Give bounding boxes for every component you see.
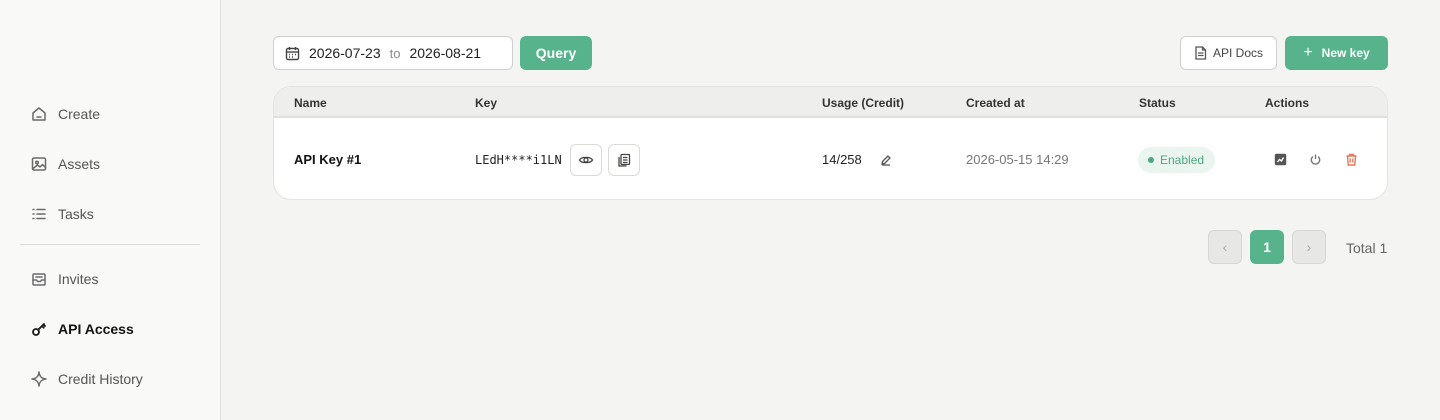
sparkle-icon [20,370,58,388]
table-header: Name Key Usage (Credit) Created at Statu… [274,87,1387,118]
status-label: Enabled [1160,152,1205,167]
sidebar-item-label: Credit History [58,371,143,387]
home-icon [20,105,58,123]
sidebar-divider [20,244,200,245]
sidebar-item-assets[interactable]: Assets [20,144,200,184]
key-name: API Key #1 [294,152,362,167]
sidebar-item-credit-history[interactable]: Credit History [20,359,200,399]
sidebar-item-label: API Access [58,321,134,337]
sidebar-item-label: Assets [58,156,101,172]
toggle-power-button[interactable] [1309,118,1322,199]
reveal-key-button[interactable] [570,143,602,176]
date-to[interactable]: 2026-08-21 [409,45,481,61]
total-count: Total 1 [1346,240,1388,256]
status-dot [1148,156,1154,163]
column-header-status: Status [1139,96,1176,110]
sidebar-item-create[interactable]: Create [20,94,200,134]
copy-icon [618,153,631,167]
created-at-value: 2026-05-15 14:29 [966,152,1069,167]
column-header-key: Key [475,96,498,110]
column-header-actions: Actions [1265,96,1310,110]
plus-icon: + [1303,44,1313,61]
new-key-button[interactable]: + New key [1285,36,1388,70]
copy-key-button[interactable] [608,143,640,176]
calendar-icon [285,46,300,60]
date-separator: to [389,45,401,61]
sidebar-item-tasks[interactable]: Tasks [20,194,200,234]
date-range-picker[interactable]: 2026-07-23 to 2026-08-21 [273,36,513,70]
eye-icon [578,156,594,163]
masked-key: LEdH****i1LN [475,152,562,167]
next-page-button[interactable]: › [1292,230,1326,264]
delete-key-button[interactable] [1345,118,1358,199]
power-icon [1310,154,1321,165]
api-keys-table: Name Key Usage (Credit) Created at Statu… [273,86,1388,200]
chevron-left-icon: ‹ [1222,239,1228,255]
stats-button[interactable] [1274,118,1287,199]
chevron-right-icon: › [1306,239,1312,255]
edit-usage-button[interactable] [880,118,892,199]
sidebar-item-label: Tasks [58,206,94,222]
prev-page-button[interactable]: ‹ [1208,230,1242,264]
date-from[interactable]: 2026-07-23 [309,45,381,61]
api-docs-label: API Docs [1212,46,1263,60]
table-row: API Key #1 LEdH****i1LN 14/258 2026-05-1… [274,118,1387,199]
chart-icon [1274,153,1287,166]
pencil-icon [881,154,891,166]
query-button[interactable]: Query [520,36,592,70]
sidebar: Create Assets Tasks Invites API Access C… [0,0,221,420]
new-key-label: New key [1321,46,1370,60]
trash-icon [1346,153,1357,166]
inbox-icon [20,270,58,288]
list-icon [20,205,58,223]
api-docs-button[interactable]: API Docs [1180,36,1277,70]
column-header-created-at: Created at [966,96,1025,110]
sidebar-item-invites[interactable]: Invites [20,259,200,299]
usage-value: 14/258 [822,152,862,167]
status-badge: Enabled [1138,146,1216,173]
sidebar-item-label: Create [58,106,101,122]
page-1-button[interactable]: 1 [1250,230,1284,264]
column-header-name: Name [294,96,327,110]
document-icon [1195,46,1207,60]
sidebar-item-api-access[interactable]: API Access [20,309,200,349]
image-icon [20,155,58,173]
key-icon [20,320,58,338]
column-header-usage: Usage (Credit) [822,96,905,110]
sidebar-item-label: Invites [58,271,99,287]
